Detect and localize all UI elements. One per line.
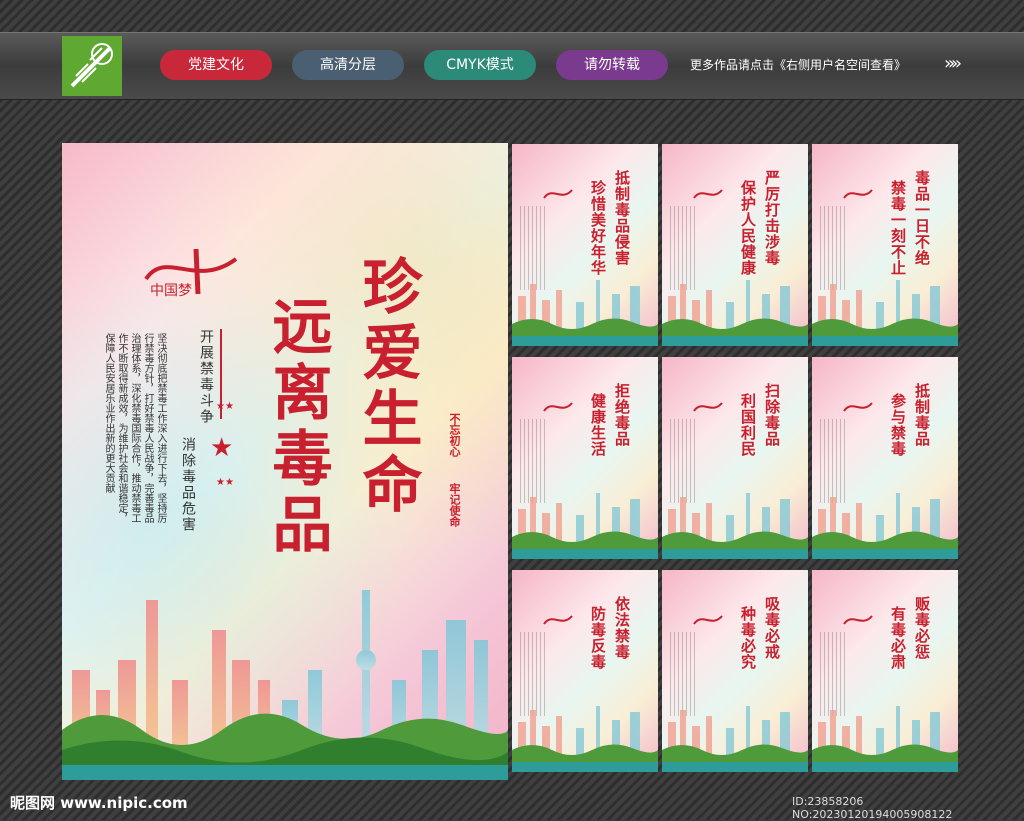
arrow-icon[interactable]: »»	[944, 53, 962, 74]
poster-slogan-2: 珍惜美好年华	[589, 180, 607, 276]
poster-slogan-1: 拒绝毒品	[613, 383, 631, 447]
star-icon: ★★	[216, 477, 234, 488]
city-skyline	[812, 493, 958, 559]
small-poster: 贩毒必惩 有毒必肃	[812, 570, 958, 772]
small-poster: 严厉打击涉毒 保护人民健康	[662, 144, 808, 346]
poster-slogan-2: 参与禁毒	[889, 393, 907, 457]
city-skyline	[812, 706, 958, 772]
poster-slogan-1: 抵制毒品	[913, 383, 931, 447]
more-works-link[interactable]: 更多作品请点击《右侧用户名空间查看》	[690, 56, 906, 73]
poster-slogan-1: 贩毒必惩	[913, 596, 931, 660]
small-poster: 抵制毒品侵害 珍惜美好年华	[512, 144, 658, 346]
small-poster: 吸毒必戒 种毒必究	[662, 570, 808, 772]
tag-party-culture[interactable]: 党建文化	[160, 50, 272, 80]
small-poster: 抵制毒品 参与禁毒	[812, 357, 958, 559]
china-dream-logo	[693, 402, 723, 412]
china-dream-logo	[843, 402, 873, 412]
city-skyline	[662, 280, 808, 346]
poster-slogan-1: 毒品一日不绝	[913, 170, 931, 266]
city-skyline	[62, 590, 508, 780]
poster-slogan-1: 吸毒必戒	[763, 596, 781, 660]
small-poster: 拒绝毒品 健康生活	[512, 357, 658, 559]
china-dream-logo	[843, 189, 873, 199]
poster-slogan-2: 有毒必肃	[889, 606, 907, 670]
poster-slogan-1: 依法禁毒	[613, 596, 631, 660]
logo-icon[interactable]	[62, 36, 122, 96]
small-poster: 扫除毒品 利国利民	[662, 357, 808, 559]
poster-slogan-2: 保护人民健康	[739, 180, 757, 276]
poster-slogan-1: 抵制毒品侵害	[613, 170, 631, 266]
image-id: ID:23858206 NO:20230120194005908122	[792, 795, 953, 821]
poster-slogan-2: 防毒反毒	[589, 606, 607, 670]
title-stay-away: 远离毒品	[262, 295, 332, 559]
poster-slogan-1: 扫除毒品	[763, 383, 781, 447]
china-dream-logo	[543, 189, 573, 199]
city-skyline	[512, 280, 658, 346]
china-dream-logo	[843, 615, 873, 625]
china-dream-logo	[543, 402, 573, 412]
site-watermark: 昵图网 www.nipic.com	[10, 794, 188, 812]
poster-slogan-2: 健康生活	[589, 393, 607, 457]
subtitle-2: 消除毒品危害	[180, 437, 196, 533]
badge-original-intention: 不忘初心	[448, 413, 461, 457]
china-dream-logo	[693, 189, 723, 199]
city-skyline	[512, 706, 658, 772]
title-cherish-life: 珍爱生命	[352, 255, 422, 519]
subtitle-1: 开展禁毒斗争	[198, 329, 214, 425]
tag-no-repost[interactable]: 请勿转载	[556, 50, 668, 80]
poster-slogan-2: 利国利民	[739, 393, 757, 457]
city-skyline	[662, 493, 808, 559]
star-icon: ★	[210, 433, 234, 463]
small-poster: 依法禁毒 防毒反毒	[512, 570, 658, 772]
logo-text: 中国梦	[150, 283, 192, 299]
star-icon: ★★	[216, 401, 234, 412]
china-dream-logo	[693, 615, 723, 625]
city-skyline	[512, 493, 658, 559]
tag-hd-layers[interactable]: 高清分层	[292, 50, 404, 80]
poster-slogan-2: 种毒必究	[739, 606, 757, 670]
poster-slogan-2: 禁毒一刻不止	[889, 180, 907, 276]
poster-slogan-1: 严厉打击涉毒	[763, 170, 781, 266]
main-poster: 中国梦 ★★ ★ ★★ 珍爱生命 远离毒品 开展禁毒斗争 消除毒品危害 坚决彻底…	[62, 143, 508, 780]
poster-body-text: 坚决彻底把禁毒工作深入进行下去，坚持厉行禁毒方针，打好禁毒人民战争，完善毒品治理…	[103, 333, 166, 523]
tag-cmyk[interactable]: CMYK模式	[424, 50, 536, 80]
small-poster: 毒品一日不绝 禁毒一刻不止	[812, 144, 958, 346]
city-skyline	[812, 280, 958, 346]
badge-mission: 牢记使命	[448, 483, 461, 527]
china-dream-logo	[543, 615, 573, 625]
city-skyline	[662, 706, 808, 772]
china-dream-logo: 中国梦	[144, 248, 238, 299]
